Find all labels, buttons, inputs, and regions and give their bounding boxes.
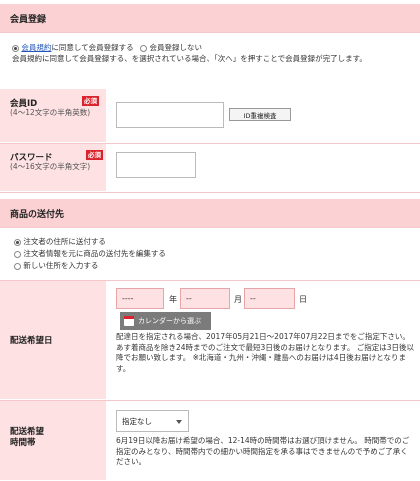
delivery-time-selected: 指定なし [122, 416, 152, 426]
shipping-section-header: 商品の送付先 [0, 199, 420, 227]
shipping-option-1[interactable]: 注文者情報を元に商品の送付先を編集する [14, 248, 166, 259]
delivery-date-note: 配達日を指定される場合、2017年05月21日〜2017年07月22日までをご指… [116, 332, 414, 373]
delivery-year-input[interactable]: ---- [116, 288, 164, 309]
shipping-radio[interactable] [14, 250, 21, 258]
divider [0, 32, 420, 33]
calendar-button[interactable]: カレンダーから選ぶ [120, 312, 211, 330]
divider [0, 227, 420, 228]
terms-link[interactable]: 会員規約 [21, 43, 51, 52]
membership-options: 会員規約に同意して会員登録する 会員登録しない [12, 42, 412, 53]
member-id-hint: (4〜12文字の半角英数) [10, 108, 91, 117]
delivery-time-label: 配送希望時間帯 [10, 427, 45, 448]
shipping-option-0[interactable]: 注文者の住所に送付する [14, 236, 106, 247]
decline-label: 会員登録しない [149, 43, 202, 52]
agree-label: に同意して会員登録する [51, 43, 134, 52]
year-unit: 年 [169, 295, 177, 304]
delivery-time-select[interactable]: 指定なし [116, 410, 189, 432]
delivery-month-input[interactable]: -- [180, 288, 230, 309]
membership-header-title: 会員登録 [10, 14, 47, 25]
delivery-date-label: 配送希望日 [10, 336, 53, 346]
shipping-option-label: 注文者情報を元に商品の送付先を編集する [23, 249, 166, 258]
membership-note: 会員規約に同意して会員登録する、を選択されている場合、「次へ」を押すことで会員登… [12, 54, 367, 63]
password-input[interactable] [116, 152, 196, 178]
shipping-header-title: 商品の送付先 [10, 209, 65, 220]
divider [0, 192, 420, 193]
password-required-badge: 必須 [86, 150, 103, 160]
shipping-option-2[interactable]: 新しい住所を入力する [14, 260, 98, 271]
id-duplicate-check-button[interactable]: ID重複検査 [229, 108, 291, 121]
member-id-input[interactable] [116, 102, 224, 128]
decline-radio[interactable] [140, 44, 148, 52]
password-hint: (4〜16文字の半角文字) [10, 162, 91, 171]
membership-section-header: 会員登録 [0, 4, 420, 32]
calendar-icon [124, 316, 134, 326]
day-unit: 日 [299, 295, 307, 304]
agree-radio[interactable] [12, 44, 19, 52]
delivery-day-input[interactable]: -- [244, 288, 295, 309]
delivery-time-note: 6月19日以降お届け希望の場合、12-14時の時間帯はお選び頂けません。 時間帯… [116, 436, 410, 466]
month-unit: 月 [234, 295, 242, 304]
member-id-required-badge: 必須 [82, 96, 99, 106]
shipping-option-label: 注文者の住所に送付する [23, 237, 106, 246]
chevron-down-icon [176, 420, 182, 424]
calendar-button-label: カレンダーから選ぶ [138, 317, 201, 325]
shipping-radio[interactable] [14, 238, 21, 246]
shipping-option-label: 新しい住所を入力する [23, 261, 99, 270]
shipping-radio[interactable] [14, 262, 21, 270]
